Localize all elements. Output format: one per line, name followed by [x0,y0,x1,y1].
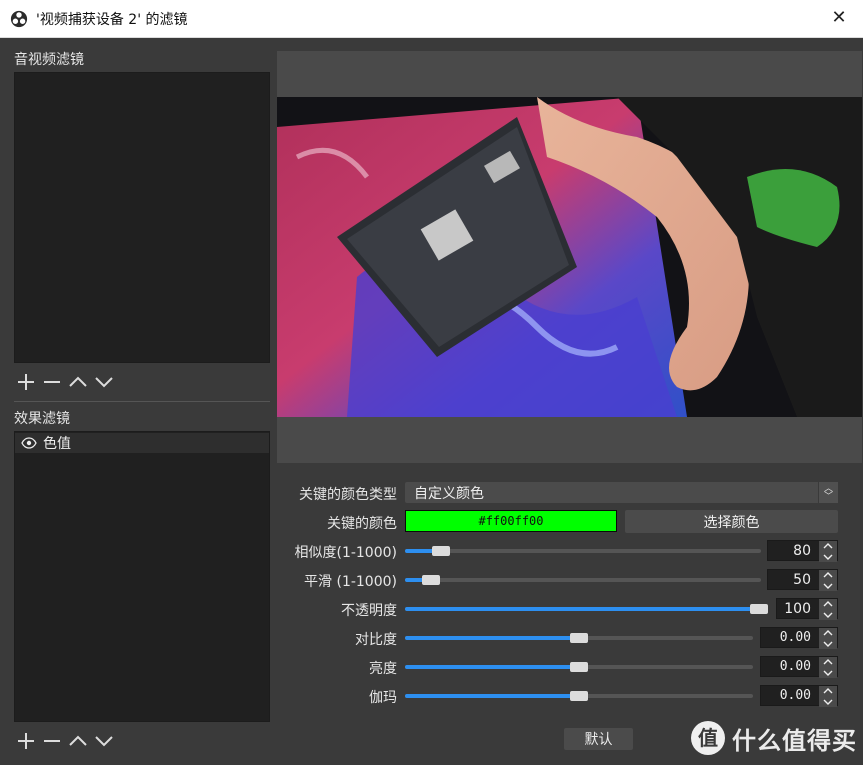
similarity-label: 相似度(1-1000) [294,545,397,561]
brightness-slider[interactable] [405,658,753,676]
similarity-value: 80 [793,542,811,559]
gamma-slider[interactable] [405,687,753,705]
slider-handle[interactable] [570,662,588,672]
watermark: 值 什么值得买 [690,718,860,758]
splitter[interactable] [14,401,270,402]
spin-buttons[interactable] [819,657,837,678]
slider-groove [405,578,761,582]
opacity-label: 不透明度 [341,603,397,619]
preview-area [277,51,862,463]
video-preview [277,97,862,417]
audio-video-filters-label: 音视频滤镜 [14,52,84,68]
gamma-label: 伽玛 [369,690,397,706]
spin-buttons[interactable] [819,628,837,649]
add-filter-button[interactable] [14,729,38,753]
window-title: '视频捕获设备 2' 的滤镜 [36,11,188,28]
spin-down-icon[interactable] [819,668,837,679]
chevron-down-icon [95,377,113,388]
key-color-type-label: 关键的颜色类型 [299,487,397,503]
slider-groove [405,549,761,553]
move-up-button[interactable] [66,729,90,753]
effect-filters-label: 效果滤镜 [14,411,70,427]
minus-icon [44,381,60,383]
key-color-label: 关键的颜色 [327,516,397,532]
camera-image [277,97,862,417]
audio-video-filter-list[interactable] [14,72,270,363]
chevron-up-icon [69,735,87,746]
spin-down-icon[interactable] [819,639,837,650]
brightness-spinbox[interactable]: 0.00 [760,656,838,678]
contrast-value: 0.00 [779,630,811,645]
gamma-spinbox[interactable]: 0.00 [760,685,838,707]
similarity-slider[interactable] [405,542,761,560]
minus-icon [44,740,60,742]
opacity-slider[interactable] [405,600,768,618]
smoothness-slider[interactable] [405,571,761,589]
eye-icon[interactable] [21,437,37,449]
chevron-down-icon [95,736,113,747]
chevron-up-icon [69,376,87,387]
plus-icon [18,733,34,749]
spin-up-icon[interactable] [819,570,837,581]
slider-handle[interactable] [570,691,588,701]
contrast-spinbox[interactable]: 0.00 [760,627,838,649]
spin-up-icon[interactable] [819,628,837,639]
smoothness-value: 50 [793,571,811,588]
select-color-button[interactable]: 选择颜色 [625,510,838,533]
spin-buttons[interactable] [819,541,837,562]
gamma-value: 0.00 [779,688,811,703]
slider-handle[interactable] [432,546,451,556]
slider-fill [405,636,579,640]
spin-up-icon[interactable] [819,657,837,668]
brightness-value: 0.00 [779,659,811,674]
spin-up-icon[interactable] [819,686,837,697]
key-color-type-value: 自定义颜色 [414,485,484,502]
key-color-swatch: #ff00ff00 [405,510,617,532]
list-item[interactable]: 色值 [15,433,269,453]
slider-fill [405,607,759,611]
spin-up-icon[interactable] [819,599,837,610]
contrast-label: 对比度 [355,632,397,648]
updown-arrows-icon: ︿ ﹀ [818,482,838,503]
slider-handle[interactable] [421,575,440,585]
contrast-slider[interactable] [405,629,753,647]
smoothness-spinbox[interactable]: 50 [767,569,838,591]
move-down-button[interactable] [92,729,116,753]
audio-video-filter-toolbar [14,370,116,394]
smzdm-logo-icon: 值 [691,721,725,755]
effect-filter-list[interactable] [14,431,270,722]
plus-icon [18,374,34,390]
filter-name: 色值 [43,436,71,452]
move-up-button[interactable] [66,370,90,394]
remove-filter-button[interactable] [40,729,64,753]
move-down-button[interactable] [92,370,116,394]
svg-text:值: 值 [698,726,718,750]
slider-handle[interactable] [750,604,768,614]
spin-buttons[interactable] [819,570,837,591]
spin-down-icon[interactable] [819,581,837,592]
smoothness-label: 平滑 (1-1000) [304,574,397,590]
add-filter-button[interactable] [14,370,38,394]
remove-filter-button[interactable] [40,370,64,394]
opacity-value: 100 [784,600,811,617]
slider-handle[interactable] [570,633,588,643]
obs-logo-icon [10,10,28,27]
brightness-label: 亮度 [369,661,397,677]
title-bar: '视频捕获设备 2' 的滤镜 ✕ [0,0,863,38]
spin-buttons[interactable] [819,599,837,620]
spin-down-icon[interactable] [819,552,837,563]
spin-up-icon[interactable] [819,541,837,552]
spin-buttons[interactable] [819,686,837,707]
spin-down-icon[interactable] [819,610,837,621]
opacity-spinbox[interactable]: 100 [776,598,838,620]
effect-filter-toolbar [14,729,116,753]
similarity-spinbox[interactable]: 80 [767,540,838,562]
key-color-type-select[interactable]: 自定义颜色 ︿ ﹀ [405,482,838,503]
slider-fill [405,694,579,698]
slider-fill [405,665,579,669]
default-button[interactable]: 默认 [564,728,633,750]
watermark-text: 什么值得买 [732,726,857,755]
spin-down-icon[interactable] [819,697,837,708]
close-icon[interactable]: ✕ [829,8,849,28]
